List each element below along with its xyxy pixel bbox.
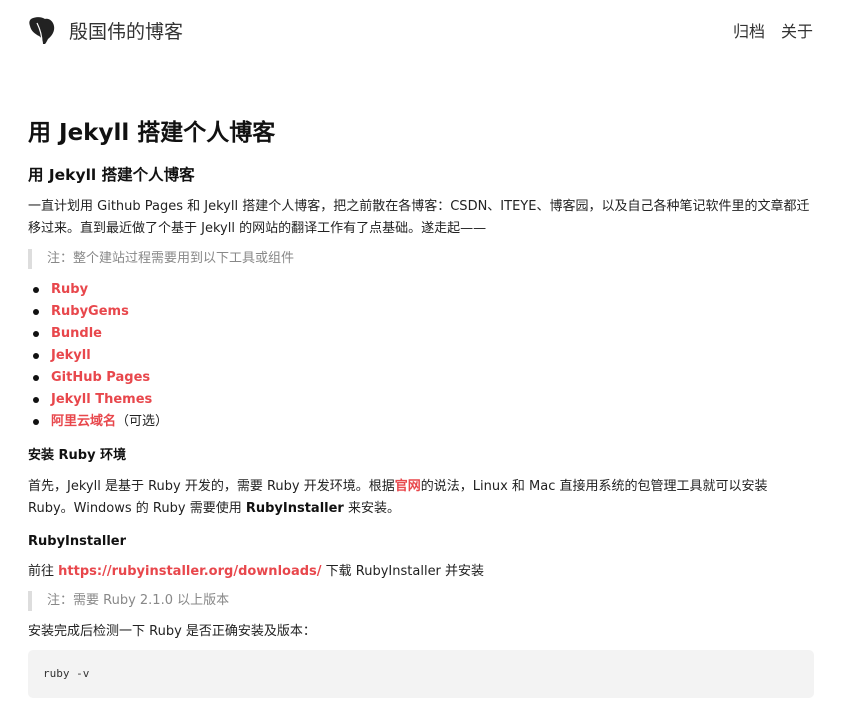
tool-link-aliyun-domain[interactable]: 阿里云域名 [51, 414, 116, 429]
tools-note-quote: 注：整个建站过程需要用到以下工具或组件 [28, 249, 814, 269]
tool-link-bundle[interactable]: Bundle [51, 326, 102, 341]
version-note-quote: 注：需要 Ruby 2.1.0 以上版本 [28, 591, 814, 611]
list-item: 阿里云域名（可选） [28, 411, 168, 433]
download-paragraph: 前往 https://rubyinstaller.org/downloads/ … [28, 561, 814, 583]
code-line: ruby -v [43, 667, 90, 680]
list-item: RubyGems [28, 301, 168, 323]
list-item: Jekyll [28, 345, 168, 367]
list-item: GitHub Pages [28, 367, 168, 389]
official-site-link[interactable]: 官网 [395, 479, 421, 494]
ginkgo-leaf-icon[interactable] [28, 15, 56, 45]
site-header: 殷国伟的博客 归档 关于 [0, 0, 845, 64]
tool-link-jekyll[interactable]: Jekyll [51, 348, 91, 363]
intro-paragraph: 一直计划用 Github Pages 和 Jekyll 搭建个人博客，把之前散在… [28, 199, 810, 236]
install-paragraph: 首先，Jekyll 是基于 Ruby 开发的，需要 Ruby 开发环境。根据官网… [28, 476, 814, 520]
list-item: Bundle [28, 323, 168, 345]
site-title-link[interactable]: 殷国伟的博客 [69, 19, 183, 45]
top-nav: 归档 关于 [733, 21, 813, 43]
nav-about-link[interactable]: 关于 [781, 21, 813, 43]
post-title: 用 Jekyll 搭建个人博客 [28, 120, 276, 146]
tool-link-rubygems[interactable]: RubyGems [51, 304, 129, 319]
list-item: Jekyll Themes [28, 389, 168, 411]
install-text-3: 来安装。 [343, 501, 400, 516]
install-ruby-heading: 安装 Ruby 环境 [28, 448, 127, 463]
rubyinstaller-download-link[interactable]: https://rubyinstaller.org/downloads/ [58, 564, 321, 579]
rubyinstaller-heading: RubyInstaller [28, 534, 127, 549]
section-heading: 用 Jekyll 搭建个人博客 [28, 166, 195, 184]
optional-label: （可选） [116, 414, 169, 429]
install-text-1: 首先，Jekyll 是基于 Ruby 开发的，需要 Ruby 开发环境。根据 [28, 479, 395, 494]
tools-list: Ruby RubyGems Bundle Jekyll GitHub Pages… [28, 279, 168, 433]
goto-prefix: 前往 [28, 564, 59, 579]
rubyinstaller-strong: RubyInstaller [245, 501, 344, 516]
tool-link-ruby[interactable]: Ruby [51, 282, 88, 297]
nav-archive-link[interactable]: 归档 [733, 21, 765, 43]
tool-link-jekyll-themes[interactable]: Jekyll Themes [51, 392, 152, 407]
goto-suffix: 下载 RubyInstaller 并安装 [321, 564, 485, 579]
tool-link-github-pages[interactable]: GitHub Pages [51, 370, 150, 385]
list-item: Ruby [28, 279, 168, 301]
check-version-paragraph: 安装完成后检测一下 Ruby 是否正确安装及版本： [28, 624, 316, 639]
code-block: ruby -v [28, 650, 814, 698]
